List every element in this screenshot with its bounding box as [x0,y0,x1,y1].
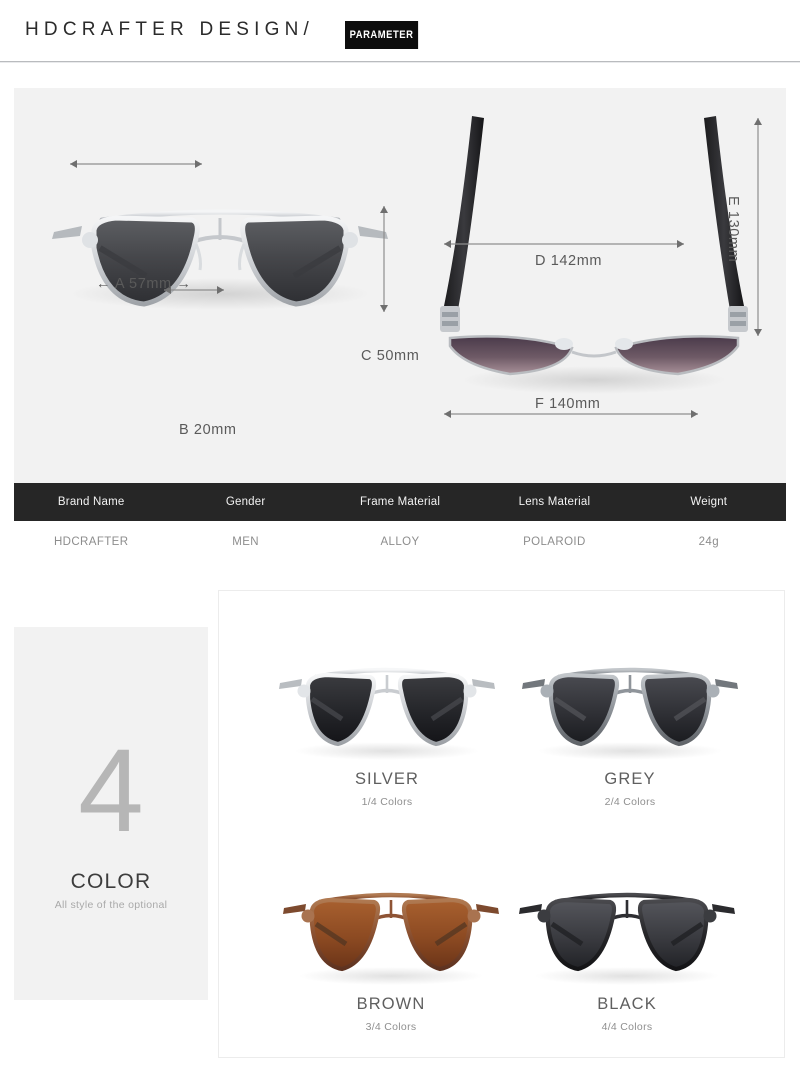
spec-header-lens-material: Lens Material [518,496,591,508]
color-count-silver: 1/4 Colors [361,796,413,808]
color-name-black: BLACK [597,995,657,1013]
color-swatch-grey[interactable]: GREY 2/4 Colors [495,648,765,848]
color-name-grey: GREY [604,770,656,788]
color-swatch-brown[interactable]: BROWN 3/4 Colors [256,873,526,1073]
spec-header-weight: Weignt [690,496,728,508]
color-swatch-black[interactable]: BLACK 4/4 Colors [492,873,762,1073]
dimension-label-e: E 130mm [725,196,741,263]
dimension-label-c: C 50mm [361,348,420,364]
dimension-diagram-panel: ← A 57mm → B 20mm C 50mm D 142mm E 130mm… [14,88,786,483]
spec-value-frame-material: ALLOY [380,536,420,548]
spec-header-gender: Gender [225,496,266,508]
spec-header-brand-name: Brand Name [57,496,125,508]
spec-table-value-row: HDCRAFTER MEN ALLOY POLAROID 24g [14,521,786,563]
dimension-label-d: D 142mm [535,253,603,269]
sunglasses-image-brown [256,873,526,991]
header-divider [0,61,800,63]
color-name-silver: SILVER [354,770,420,788]
parameter-badge[interactable]: PARAMETER [345,21,419,49]
dimension-label-b: B 20mm [179,422,237,438]
spec-value-brand-name: HDCRAFTER [53,536,129,548]
spec-value-lens-material: POLAROID [523,536,586,548]
spec-value-weight: 24g [698,536,720,548]
sunglasses-image-silver [252,648,522,766]
dimension-label-f: F 140mm [535,396,601,412]
color-section-title: COLOR [70,870,152,893]
spec-value-gender: MEN [232,536,259,548]
spec-table-header-row: Brand Name Gender Frame Material Lens Ma… [14,483,786,521]
front-view-diagram [52,160,388,312]
color-name-brown: BROWN [356,995,426,1013]
page-header: HDCRAFTER DESIGN/ PARAMETER [0,0,800,63]
dimension-label-a: ← A 57mm → [96,276,192,292]
color-count-black: 4/4 Colors [601,1021,653,1033]
color-count-number: 4 [78,725,144,857]
color-section-subtitle: All style of the optional [54,899,168,911]
color-count-brown: 3/4 Colors [365,1021,417,1033]
color-summary-panel: 4 COLOR All style of the optional [14,627,208,1000]
sunglasses-image-black [492,873,762,991]
spec-header-frame-material: Frame Material [359,496,441,508]
color-count-grey: 2/4 Colors [604,796,656,808]
sunglasses-image-grey [495,648,765,766]
color-swatch-silver[interactable]: SILVER 1/4 Colors [252,648,522,848]
brand-title: HDCRAFTER DESIGN/ [25,19,314,40]
